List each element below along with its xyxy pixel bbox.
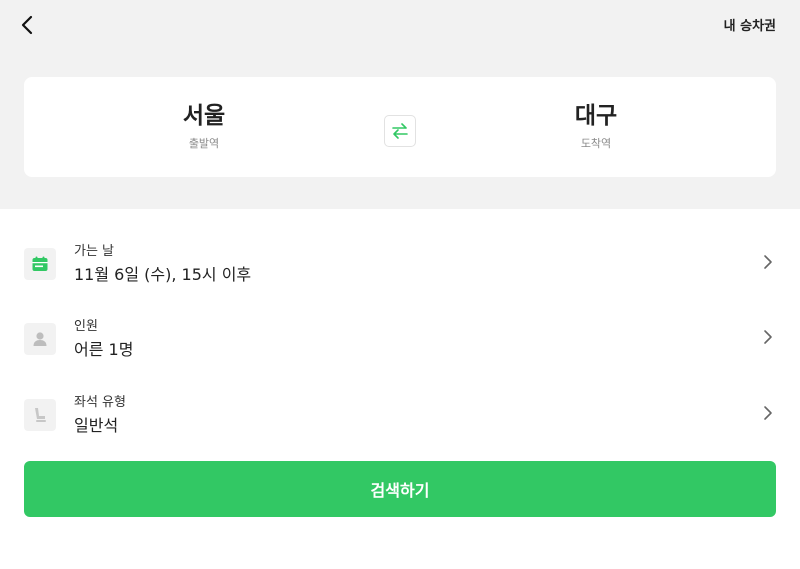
seat-icon xyxy=(24,399,56,431)
route-card: 서울 출발역 대구 도착역 xyxy=(24,77,776,177)
arrival-station-label: 도착역 xyxy=(580,137,612,150)
option-value: 어른 1명 xyxy=(74,340,134,359)
chevron-left-icon xyxy=(21,15,33,35)
departure-station-label: 출발역 xyxy=(188,137,220,150)
chevron-right-icon xyxy=(760,254,776,270)
option-row-passengers[interactable]: 인원 어른 1명 xyxy=(24,315,776,365)
chevron-right-icon xyxy=(760,329,776,345)
back-button[interactable] xyxy=(14,12,40,38)
option-label: 좌석 유형 xyxy=(74,395,126,410)
arrival-station-name: 대구 xyxy=(574,103,618,129)
swap-arrows-icon xyxy=(392,123,408,139)
chevron-right-icon xyxy=(760,405,776,421)
person-icon xyxy=(24,323,56,355)
option-label: 가는 날 xyxy=(74,244,115,259)
departure-station-name: 서울 xyxy=(182,103,226,129)
my-tickets-link[interactable]: 내 승차권 xyxy=(724,15,776,34)
option-value: 일반석 xyxy=(74,416,119,435)
search-button[interactable]: 검색하기 xyxy=(24,461,776,517)
calendar-icon xyxy=(24,248,56,280)
option-label: 인원 xyxy=(74,319,98,334)
option-value: 11월 6일 (수), 15시 이후 xyxy=(74,265,252,284)
arrival-station[interactable]: 대구 도착역 xyxy=(496,101,696,151)
route-header-area: 내 승차권 서울 출발역 대구 도착역 xyxy=(0,0,800,209)
departure-station[interactable]: 서울 출발역 xyxy=(104,101,304,151)
option-row-seat-type[interactable]: 좌석 유형 일반석 xyxy=(24,391,776,441)
swap-stations-button[interactable] xyxy=(384,115,416,147)
option-row-date[interactable]: 가는 날 11월 6일 (수), 15시 이후 xyxy=(24,240,776,290)
